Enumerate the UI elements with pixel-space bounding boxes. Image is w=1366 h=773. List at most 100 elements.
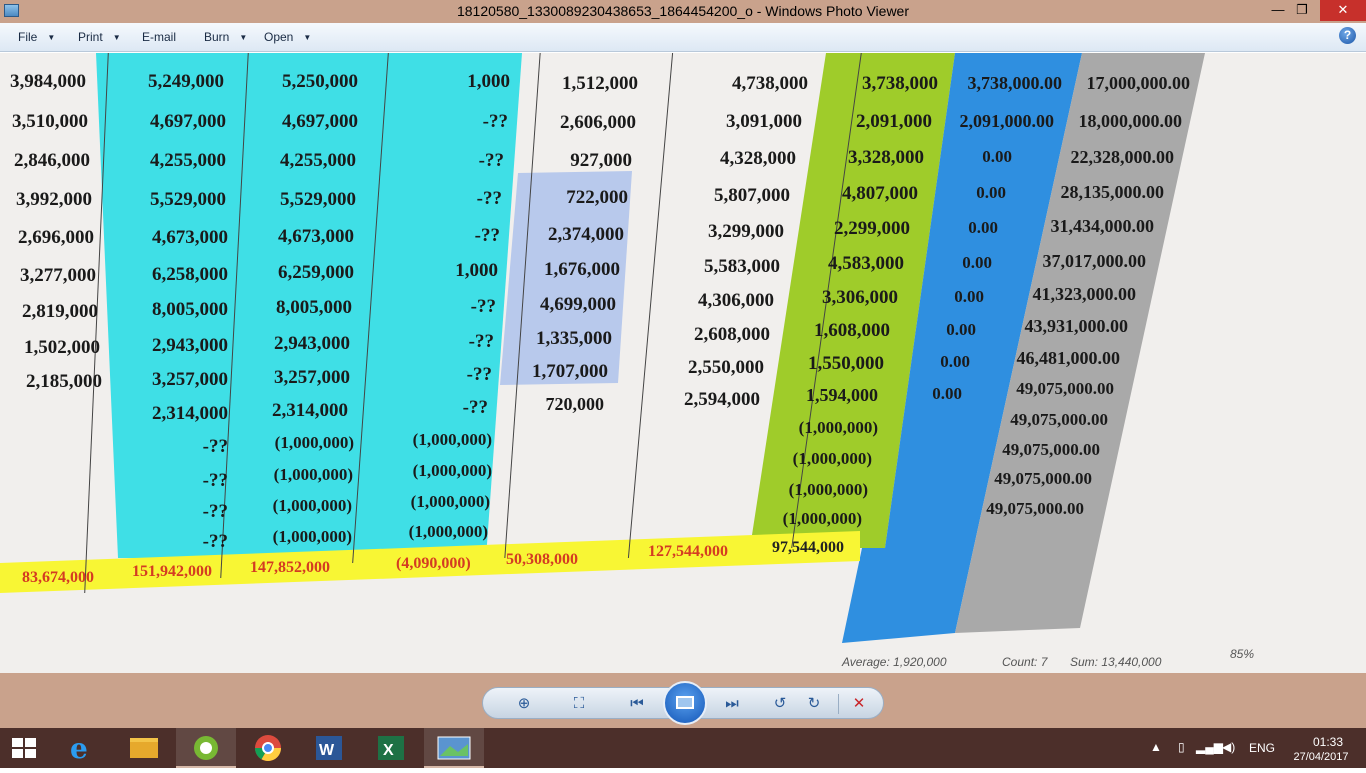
cell-a4[interactable]: 3,992,000 — [0, 189, 92, 211]
cell-a8[interactable]: 1,502,000 — [0, 337, 100, 359]
cell-h5[interactable]: 0.00 — [960, 218, 998, 238]
cell-g2[interactable]: 2,091,000 — [820, 111, 932, 133]
cell-b1[interactable]: 5,249,000 — [110, 71, 224, 93]
cell-i6[interactable]: 37,017,000.00 — [1036, 251, 1147, 272]
cell-b7[interactable]: 8,005,000 — [110, 299, 228, 321]
total-col-f[interactable]: 127,544,000 — [648, 543, 728, 561]
cell-g1[interactable]: 3,738,000 — [820, 73, 938, 95]
cell-d7[interactable]: -?? — [380, 296, 496, 318]
taskbar-word[interactable]: W — [300, 728, 360, 768]
cell-d12[interactable]: (1,000,000) — [380, 461, 492, 481]
cell-b2[interactable]: 4,697,000 — [110, 111, 226, 133]
cell-g5[interactable]: 2,299,000 — [790, 218, 910, 240]
cell-c10[interactable]: 2,314,000 — [240, 400, 348, 422]
cell-d5[interactable]: -?? — [380, 225, 500, 247]
cell-h1[interactable]: 3,738,000.00 — [948, 73, 1063, 94]
cell-g6[interactable]: 4,583,000 — [780, 253, 904, 275]
rotate-counterclockwise-icon[interactable]: ↺ — [767, 693, 793, 715]
cell-a7[interactable]: 2,819,000 — [0, 301, 98, 323]
cell-h3[interactable]: 0.00 — [970, 147, 1012, 167]
zoom-icon[interactable]: ⊕ — [509, 693, 539, 715]
cell-a5[interactable]: 2,696,000 — [0, 227, 94, 249]
cell-f9[interactable]: 2,550,000 — [660, 357, 764, 379]
cell-g8[interactable]: 1,608,000 — [760, 320, 890, 342]
volume-icon[interactable]: ◀) — [1222, 740, 1235, 754]
show-hidden-icons-icon[interactable]: ▲ — [1150, 740, 1162, 754]
rotate-clockwise-icon[interactable]: ↻ — [801, 693, 827, 715]
cell-g7[interactable]: 3,306,000 — [770, 287, 898, 309]
cell-e10[interactable]: 720,000 — [520, 394, 605, 415]
delete-icon[interactable]: ✕ — [845, 693, 873, 715]
cell-e5[interactable]: 2,374,000 — [520, 224, 624, 246]
cell-a1[interactable]: 3,984,000 — [0, 71, 86, 93]
cell-h6[interactable]: 0.00 — [954, 253, 992, 273]
cell-c2[interactable]: 4,697,000 — [240, 111, 358, 133]
cell-g11[interactable]: (1,000,000) — [740, 418, 878, 438]
total-col-g[interactable]: 97,544,000 — [772, 539, 844, 557]
cell-h8[interactable]: 0.00 — [942, 320, 976, 340]
taskbar-chrome[interactable] — [238, 728, 298, 768]
total-col-e[interactable]: 50,308,000 — [506, 551, 578, 569]
cell-c13[interactable]: (1,000,000) — [240, 496, 352, 516]
cell-e4[interactable]: 722,000 — [520, 187, 628, 209]
help-icon[interactable]: ? — [1339, 27, 1356, 44]
cell-c1[interactable]: 5,250,000 — [240, 71, 358, 93]
clock-date[interactable]: 27/04/2017 — [1288, 751, 1354, 763]
total-col-d[interactable]: (4,090,000) — [396, 555, 471, 573]
close-button[interactable]: ✕ — [1320, 0, 1366, 21]
cell-g10[interactable]: 1,594,000 — [740, 385, 878, 406]
cell-c7[interactable]: 8,005,000 — [240, 297, 352, 319]
cell-b8[interactable]: 2,943,000 — [110, 335, 228, 357]
total-col-a[interactable]: 83,674,000 — [22, 569, 94, 587]
cell-d1[interactable]: 1,000 — [380, 71, 510, 93]
cell-e9[interactable]: 1,707,000 — [520, 361, 608, 383]
taskbar-excel[interactable]: X — [362, 728, 422, 768]
cell-i13[interactable]: 49,075,000.00 — [984, 469, 1092, 489]
cell-f8[interactable]: 2,608,000 — [660, 324, 770, 346]
menu-open[interactable]: Open ▼ — [264, 30, 311, 44]
cell-d4[interactable]: -?? — [380, 188, 502, 210]
cell-a3[interactable]: 2,846,000 — [0, 150, 90, 172]
menu-email[interactable]: E-mail — [142, 30, 176, 44]
cell-a9[interactable]: 2,185,000 — [0, 371, 102, 393]
language-indicator[interactable]: ENG — [1249, 741, 1275, 755]
cell-b3[interactable]: 4,255,000 — [110, 150, 226, 172]
cell-b5[interactable]: 4,673,000 — [110, 227, 228, 249]
cell-h10[interactable]: 0.00 — [928, 384, 962, 404]
menu-print[interactable]: Print ▼ — [78, 30, 121, 44]
cell-g4[interactable]: 4,807,000 — [800, 183, 918, 205]
slideshow-button[interactable] — [663, 681, 707, 725]
cell-e2[interactable]: 2,606,000 — [520, 112, 636, 134]
cell-h9[interactable]: 0.00 — [934, 352, 970, 372]
cell-f6[interactable]: 5,583,000 — [660, 256, 780, 278]
taskbar-internet-explorer[interactable]: e — [52, 728, 112, 768]
next-icon[interactable]: ⏭ — [707, 693, 757, 715]
cell-e7[interactable]: 4,699,000 — [520, 294, 616, 316]
cell-b4[interactable]: 5,529,000 — [110, 189, 226, 211]
cell-i14[interactable]: 49,075,000.00 — [978, 499, 1084, 519]
cell-c3[interactable]: 4,255,000 — [240, 150, 356, 172]
cell-c6[interactable]: 6,259,000 — [240, 262, 354, 284]
cell-c5[interactable]: 4,673,000 — [240, 226, 354, 248]
cell-f1[interactable]: 4,738,000 — [660, 73, 808, 95]
cell-b10[interactable]: 2,314,000 — [110, 403, 228, 425]
cell-i9[interactable]: 46,481,000.00 — [1012, 348, 1121, 369]
cell-i5[interactable]: 31,434,000.00 — [1044, 216, 1155, 237]
cell-e3[interactable]: 927,000 — [520, 150, 632, 172]
actual-size-icon[interactable]: ⛶ — [565, 693, 593, 715]
cell-c11[interactable]: (1,000,000) — [240, 433, 354, 453]
cell-d8[interactable]: -?? — [380, 331, 494, 353]
cell-e1[interactable]: 1,512,000 — [520, 73, 638, 95]
cell-i2[interactable]: 18,000,000.00 — [1068, 111, 1183, 132]
cell-f3[interactable]: 4,328,000 — [660, 148, 796, 170]
maximize-button[interactable]: ❐ — [1282, 0, 1322, 21]
cell-i11[interactable]: 49,075,000.00 — [998, 410, 1108, 430]
taskbar-photo-viewer[interactable] — [424, 728, 484, 768]
cell-i8[interactable]: 43,931,000.00 — [1020, 316, 1129, 337]
network-icon[interactable]: ▂▄▆ — [1196, 740, 1223, 754]
cell-d14[interactable]: (1,000,000) — [380, 522, 488, 542]
cell-i3[interactable]: 22,328,000.00 — [1060, 147, 1175, 168]
cell-a2[interactable]: 3,510,000 — [0, 111, 88, 133]
cell-g3[interactable]: 3,328,000 — [810, 147, 924, 169]
cell-h4[interactable]: 0.00 — [966, 183, 1006, 203]
